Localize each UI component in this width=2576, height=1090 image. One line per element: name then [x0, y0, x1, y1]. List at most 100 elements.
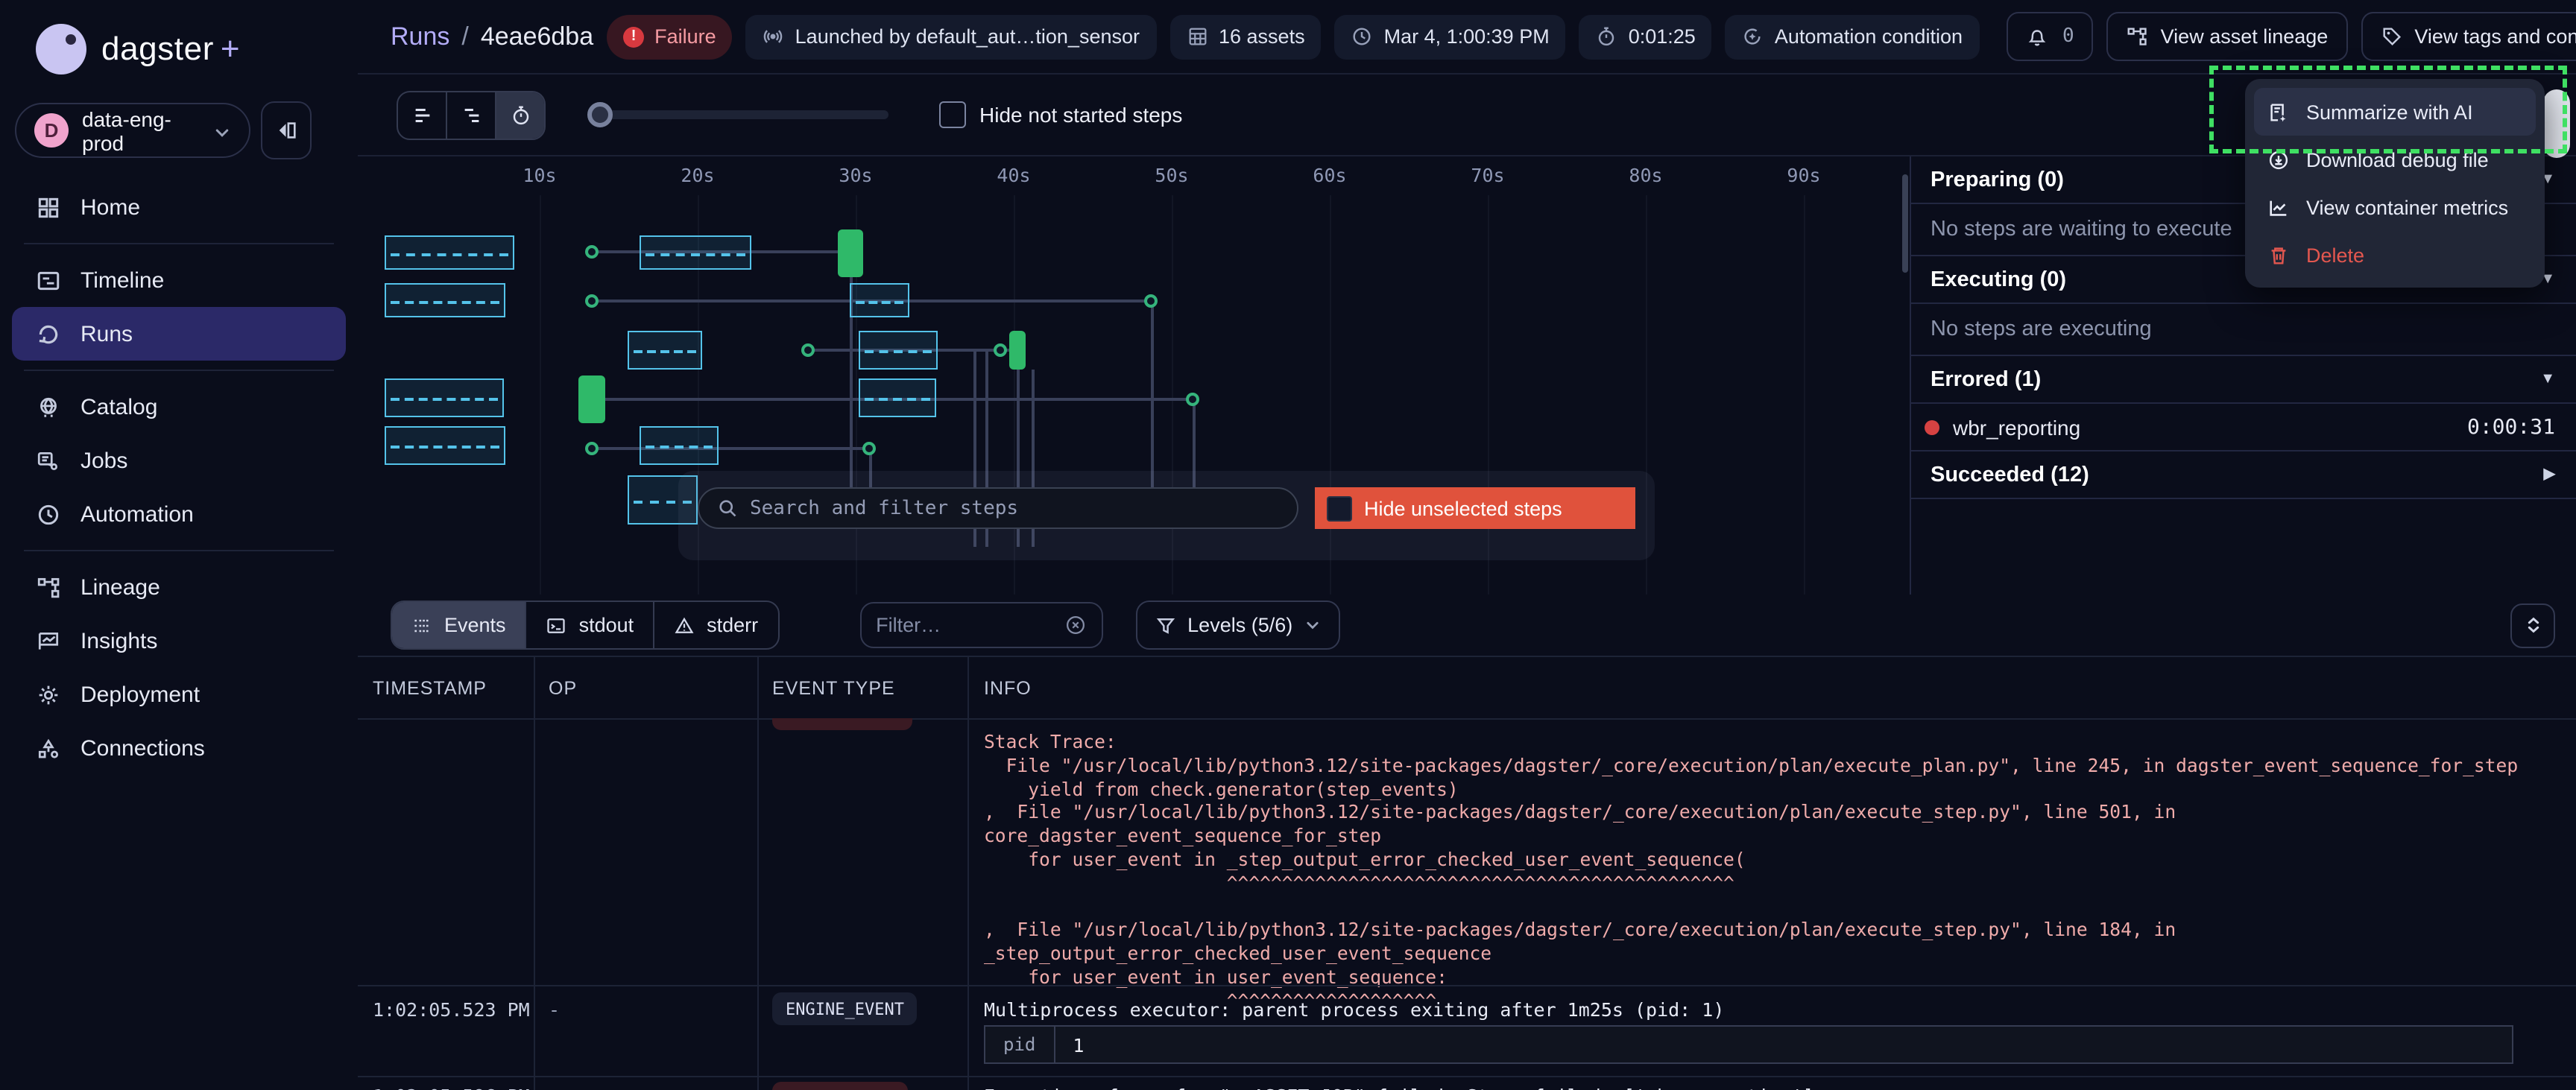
gantt-step-pending-bar[interactable]	[385, 283, 505, 317]
col-timestamp: TIMESTAMP	[373, 657, 487, 718]
gantt-step-success-bar[interactable]	[578, 376, 605, 423]
sidebar-item-connections[interactable]: Connections	[12, 721, 346, 775]
sidebar-item-label: Automation	[80, 501, 194, 527]
event-list-icon	[411, 615, 432, 636]
gantt-step-success-bar[interactable]	[838, 229, 863, 277]
gantt-step-pending-bar[interactable]	[640, 235, 751, 270]
slider-thumb[interactable]	[587, 102, 613, 127]
stack-trace[interactable]: Stack Trace: File "/usr/local/lib/python…	[984, 732, 2518, 1014]
gantt-axis-tick: 50s	[1155, 164, 1188, 186]
breadcrumb-runs-link[interactable]: Runs	[391, 22, 449, 51]
bell-icon	[2025, 25, 2048, 48]
step-name: wbr_reporting	[1953, 415, 2080, 439]
hide-unselected-control[interactable]: Hide unselected steps	[1315, 487, 1635, 529]
gantt-step-dot[interactable]	[1144, 294, 1158, 308]
collapse-sidebar-button[interactable]	[261, 101, 312, 159]
funnel-icon	[1155, 615, 1175, 636]
gantt-gridline	[540, 195, 541, 595]
section-header-errored[interactable]: Errored (1)▼	[1911, 356, 2576, 404]
view-tags-config-button[interactable]: View tags and config	[2361, 12, 2576, 61]
gantt-step-pending-bar[interactable]	[850, 283, 909, 317]
notification-count: 0	[2062, 25, 2074, 48]
gantt-view-mode-group	[397, 90, 546, 139]
tab-events[interactable]: Events	[392, 602, 525, 648]
gantt-gridline	[1804, 195, 1805, 595]
chevron-down-icon	[213, 121, 231, 139]
gantt-step-pending-bar[interactable]	[385, 378, 504, 417]
col-info: INFO	[984, 657, 1032, 718]
col-event-type: EVENT TYPE	[772, 657, 895, 718]
catalog-globe-icon	[36, 394, 61, 419]
search-icon	[717, 498, 738, 519]
waterfall-view-button[interactable]	[446, 92, 495, 138]
sidebar-item-deployment[interactable]: Deployment	[12, 668, 346, 721]
sidebar-item-lineage[interactable]: Lineage	[12, 560, 346, 614]
step-status-dot	[1925, 419, 1939, 434]
levels-dropdown[interactable]: Levels (5/6)	[1135, 601, 1340, 650]
gantt-step-pending-bar[interactable]	[640, 426, 719, 465]
view-asset-lineage-button[interactable]: View asset lineage	[2107, 12, 2348, 61]
hide-not-started-control[interactable]: Hide not started steps	[939, 101, 1182, 128]
gantt-step-pending-bar[interactable]	[385, 426, 505, 465]
step-search-input[interactable]: Search and filter steps	[698, 487, 1298, 529]
expand-log-panel-button[interactable]	[2510, 603, 2555, 647]
gantt-zoom-slider[interactable]	[590, 110, 888, 119]
notifications-button[interactable]: 0	[2006, 12, 2094, 61]
gantt-step-dot[interactable]	[585, 245, 599, 259]
gantt-axis-tick: 90s	[1787, 164, 1820, 186]
gantt-step-dot[interactable]	[862, 442, 876, 455]
gantt-step-pending-bar[interactable]	[859, 378, 936, 417]
menu-item-delete[interactable]: Delete	[2254, 231, 2536, 279]
gantt-step-dot[interactable]	[585, 442, 599, 455]
trash-icon	[2267, 244, 2290, 266]
clock-icon	[1351, 25, 1374, 48]
home-grid-icon	[36, 194, 61, 220]
stopwatch-icon	[509, 104, 531, 126]
menu-item-view-container-metrics[interactable]: View container metrics	[2254, 183, 2536, 231]
gantt-step-success-bar[interactable]	[1009, 331, 1026, 370]
gantt-scrollbar-thumb[interactable]	[1902, 174, 1908, 273]
sidebar-item-label: Deployment	[80, 682, 200, 707]
gantt-step-pending-bar[interactable]	[385, 235, 514, 270]
timed-view-button[interactable]	[495, 92, 544, 138]
step-duration: 0:00:31	[2467, 415, 2555, 439]
sidebar-item-automation[interactable]: Automation	[12, 487, 346, 541]
gantt-step-dot[interactable]	[801, 343, 815, 357]
metrics-chart-icon	[2267, 196, 2290, 218]
event-timestamp: 1:02:05.596 PM	[373, 1085, 530, 1090]
sidebar-item-insights[interactable]: Insights	[12, 614, 346, 668]
sidebar-item-jobs[interactable]: Jobs	[12, 434, 346, 487]
gantt-axis-tick: 80s	[1629, 164, 1662, 186]
gantt-connector	[592, 447, 869, 450]
tab-stderr[interactable]: stderr	[653, 602, 777, 648]
gantt-step-dot[interactable]	[585, 294, 599, 308]
chevron-down-icon: ▼	[2540, 371, 2555, 387]
gantt-step-pending-bar[interactable]	[628, 331, 702, 370]
sidebar-item-catalog[interactable]: Catalog	[12, 380, 346, 434]
runs-loop-icon	[36, 321, 61, 346]
run-tag-pill: 16 assets	[1169, 14, 1322, 59]
warning-icon	[674, 615, 695, 636]
sidebar-item-timeline[interactable]: Timeline	[12, 253, 346, 307]
sidebar-item-home[interactable]: Home	[12, 180, 346, 234]
sidebar-item-runs[interactable]: Runs	[12, 307, 346, 361]
gantt-step-pending-bar[interactable]	[859, 331, 938, 370]
deployment-switcher[interactable]: D data-eng-prod	[15, 103, 250, 158]
gantt-step-dot[interactable]	[1186, 393, 1199, 406]
flat-view-button[interactable]	[398, 92, 446, 138]
hide-not-started-checkbox[interactable]	[939, 101, 966, 128]
event-info: Multiprocess executor: parent process ex…	[984, 998, 1724, 1021]
section-header-succeeded[interactable]: Succeeded (12)▶	[1911, 451, 2576, 499]
dagster-octopus-icon	[36, 24, 86, 75]
deployment-avatar: D	[34, 113, 69, 148]
gantt-axis-tick: 30s	[839, 164, 872, 186]
log-filter-input[interactable]: Filter…	[859, 602, 1102, 648]
clear-filter-icon[interactable]	[1064, 614, 1086, 636]
hide-unselected-checkbox[interactable]	[1327, 495, 1352, 521]
step-row-wbr_reporting[interactable]: wbr_reporting 0:00:31	[1911, 404, 2576, 451]
tab-stdout[interactable]: stdout	[525, 602, 654, 648]
jobs-icon	[36, 448, 61, 473]
gantt-step-dot[interactable]	[994, 343, 1007, 357]
gantt-chart[interactable]: Search and filter steps Hide unselected …	[358, 156, 1910, 595]
breadcrumb: Runs / 4eae6dba	[391, 22, 593, 51]
